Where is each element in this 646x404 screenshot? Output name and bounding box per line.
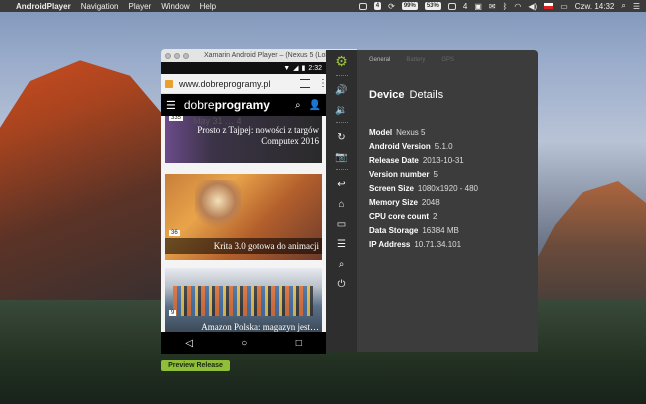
android-home-button[interactable]: ○ xyxy=(241,338,247,349)
android-recents-button[interactable]: □ xyxy=(296,338,302,349)
article-title-line: Computex 2016 xyxy=(261,136,319,146)
toolbar-separator xyxy=(335,122,348,127)
article-title[interactable]: Amazon Polska: magazyn jest… xyxy=(201,322,319,332)
recent-apps-icon[interactable]: ▭ xyxy=(326,215,357,235)
tray-count-4[interactable]: 4 xyxy=(463,2,467,11)
battery-icon[interactable]: ▭ xyxy=(560,2,568,11)
tray-vm-icon[interactable]: ▣ xyxy=(474,2,482,11)
detail-row-memory-size: Memory Size 2048 xyxy=(369,198,440,207)
wifi-icon[interactable]: ◠ xyxy=(514,2,521,11)
settings-gear-icon[interactable]: ⚙ xyxy=(326,50,357,74)
browser-url-field[interactable]: www.dobreprogramy.pl xyxy=(179,79,300,89)
macos-menu-bar: AndroidPlayer Navigation Player Window H… xyxy=(0,0,646,12)
comment-count-badge: 36 xyxy=(169,230,180,236)
search-icon[interactable]: ⌕ xyxy=(326,255,357,275)
site-favicon-icon xyxy=(165,79,173,88)
app-menu[interactable]: AndroidPlayer xyxy=(16,2,71,11)
notification-center-icon[interactable]: ☰ xyxy=(633,2,640,11)
site-logo[interactable]: dobreprogramy xyxy=(184,98,287,112)
comment-count-badge: 9 xyxy=(169,310,177,316)
android-battery-icon: ▮ xyxy=(301,65,306,72)
device-settings-panel: General Battery GPS Device Details Model… xyxy=(357,50,538,352)
android-signal-icon: ◢ xyxy=(293,65,299,72)
article-title-line: Prosto z Tajpej: nowości z targów xyxy=(197,125,319,135)
detail-row-version-number: Version number 5 xyxy=(369,170,438,179)
site-logo-light: dobre xyxy=(183,98,215,112)
browser-tabs-icon[interactable] xyxy=(300,79,310,88)
menu-bar-tray: 4 ⟳ 99% 53% 4 ▣ ✉ ᛒ ◠ ◀) ▭ Czw. 14:32 ⌕ … xyxy=(358,1,640,11)
menu-icon[interactable]: ☰ xyxy=(326,235,357,255)
article-illustration xyxy=(195,180,241,232)
article-title[interactable]: Krita 3.0 gotowa do animacji xyxy=(214,241,319,252)
window-close-button[interactable] xyxy=(165,52,171,59)
input-language-flag-icon[interactable] xyxy=(544,3,554,9)
tray-memory-meter[interactable]: 53% xyxy=(424,2,441,10)
window-minimize-button[interactable] xyxy=(174,52,180,59)
tray-bluetooth-icon[interactable]: ᛒ xyxy=(503,2,508,11)
android-wifi-icon: ▼ xyxy=(283,64,291,72)
android-screen[interactable]: ▼ ◢ ▮ 2:32 www.dobreprogramy.pl ⋮ ☰ dobr… xyxy=(161,62,326,354)
tab-gps[interactable]: GPS xyxy=(441,57,454,63)
menu-player[interactable]: Player xyxy=(129,2,152,11)
detail-row-model: Model Nexus 5 xyxy=(369,128,426,137)
tab-battery[interactable]: Battery xyxy=(406,57,425,63)
detail-row-cpu-cores: CPU core count 2 xyxy=(369,212,438,221)
volume-icon[interactable]: ◀) xyxy=(528,2,537,11)
article-list[interactable]: May 31 … 4 335 Prosto z Tajpej: nowości … xyxy=(161,116,326,332)
detail-row-android-version: Android Version 5.1.0 xyxy=(369,142,453,151)
tray-sync-icon[interactable]: ⟳ xyxy=(388,2,395,11)
android-status-bar: ▼ ◢ ▮ 2:32 xyxy=(161,62,326,74)
article-title[interactable]: Prosto z Tajpej: nowości z targów Comput… xyxy=(197,125,319,147)
site-header: ☰ dobreprogramy ⌕ 👤 xyxy=(161,94,326,116)
preview-release-button[interactable]: Preview Release xyxy=(161,360,230,371)
detail-row-data-storage: Data Storage 16384 MB xyxy=(369,226,459,235)
android-nav-bar: ◁ ○ □ xyxy=(161,332,326,354)
article-card[interactable]: May 31 … 4 335 Prosto z Tajpej: nowości … xyxy=(165,116,322,163)
tray-badge-count[interactable]: 4 xyxy=(373,2,382,10)
detail-row-ip-address: IP Address 10.71.34.101 xyxy=(369,240,462,249)
browser-overflow-menu-icon[interactable]: ⋮ xyxy=(318,78,326,88)
emulator-toolbar: ⚙ 🔊 🔉 ↻ 📷 ↩ ⌂ ▭ ☰ ⌕ ⏻ xyxy=(326,50,357,352)
toolbar-separator xyxy=(335,169,348,174)
tray-messages-icon[interactable]: ✉ xyxy=(489,2,496,11)
volume-down-icon[interactable]: 🔉 xyxy=(326,101,357,121)
toolbar-separator xyxy=(335,75,348,80)
site-logo-bold: programy xyxy=(214,98,270,112)
browser-address-bar[interactable]: www.dobreprogramy.pl ⋮ xyxy=(161,74,326,94)
emulator-window-title: Xamarin Android Player – (Nexus 5 (Loll… xyxy=(204,52,336,59)
detail-row-screen-size: Screen Size 1080x1920 - 480 xyxy=(369,184,478,193)
panel-tabs: General Battery GPS xyxy=(357,50,538,63)
comment-count-badge: 335 xyxy=(169,116,184,121)
tray-disk-icon[interactable] xyxy=(447,2,456,10)
panel-title-light: Details xyxy=(409,89,444,101)
android-back-button[interactable]: ◁ xyxy=(185,338,193,349)
detail-row-release-date: Release Date 2013-10-31 xyxy=(369,156,464,165)
article-card[interactable]: 9 Amazon Polska: magazyn jest… xyxy=(165,268,322,332)
menu-navigation[interactable]: Navigation xyxy=(81,2,119,11)
spotlight-search-icon[interactable]: ⌕ xyxy=(621,1,625,11)
power-icon[interactable]: ⏻ xyxy=(326,275,357,295)
android-status-time: 2:32 xyxy=(308,64,322,72)
rotate-icon[interactable]: ↻ xyxy=(326,128,357,148)
menu-help[interactable]: Help xyxy=(200,2,216,11)
site-hamburger-menu-icon[interactable]: ☰ xyxy=(166,99,176,112)
panel-title: Device Details xyxy=(369,89,443,101)
screenshot-camera-icon[interactable]: 📷 xyxy=(326,148,357,168)
article-card[interactable]: 36 Krita 3.0 gotowa do animacji xyxy=(165,174,322,260)
article-illustration xyxy=(173,286,313,316)
tab-general[interactable]: General xyxy=(369,57,390,63)
site-user-icon[interactable]: 👤 xyxy=(309,100,321,111)
tray-cpu-meter[interactable]: 99% xyxy=(401,2,418,10)
menu-window[interactable]: Window xyxy=(161,2,189,11)
home-icon[interactable]: ⌂ xyxy=(326,195,357,215)
site-search-icon[interactable]: ⌕ xyxy=(295,100,301,111)
panel-title-bold: Device xyxy=(369,89,405,101)
menu-clock[interactable]: Czw. 14:32 xyxy=(575,2,615,11)
window-zoom-button[interactable] xyxy=(183,52,189,59)
volume-up-icon[interactable]: 🔊 xyxy=(326,81,357,101)
tray-app-icon[interactable] xyxy=(358,2,367,10)
back-icon[interactable]: ↩ xyxy=(326,175,357,195)
